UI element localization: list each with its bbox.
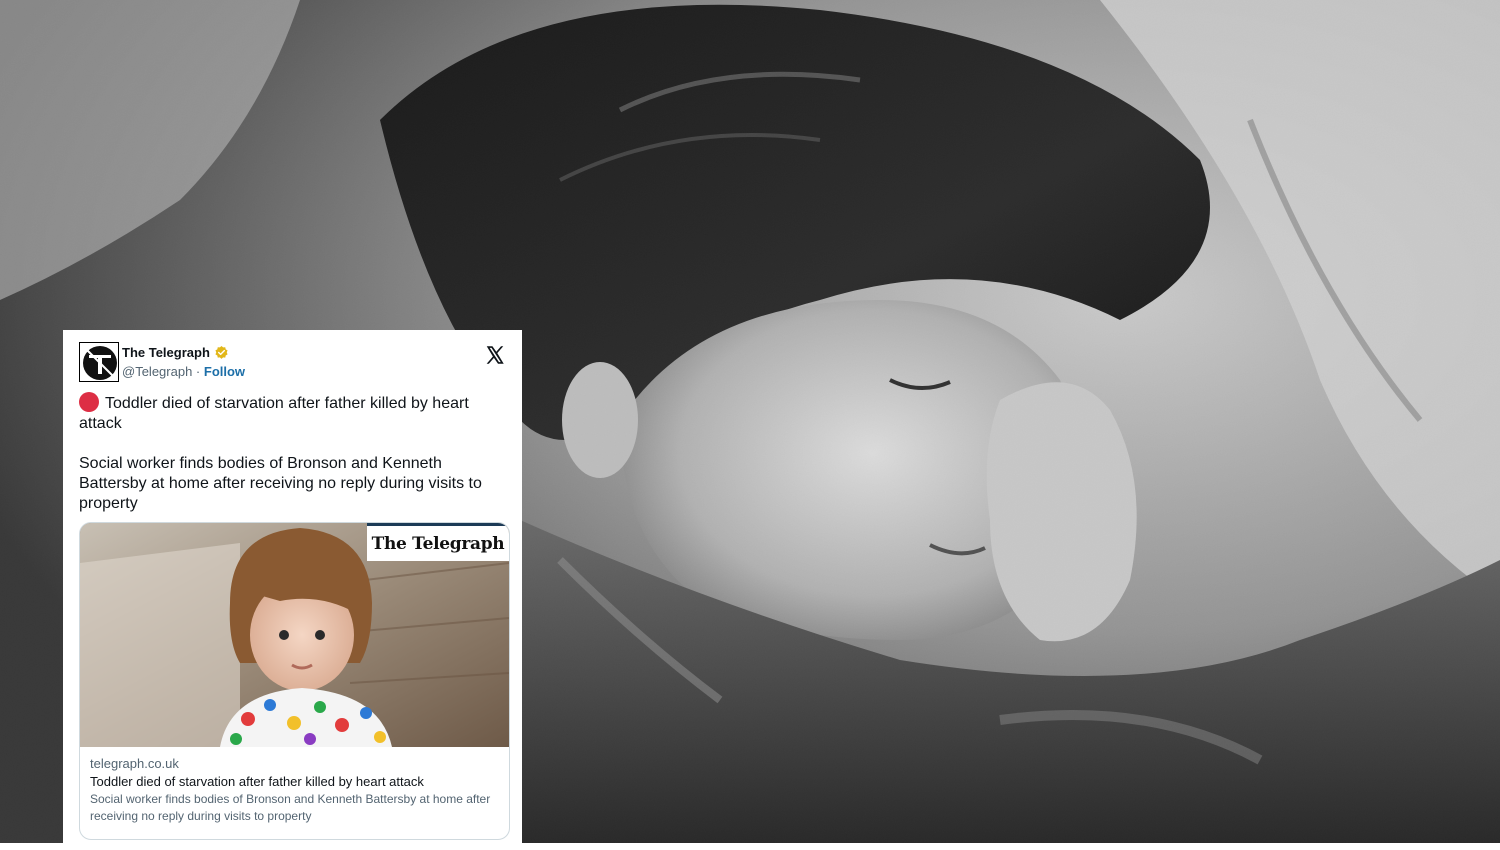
link-title: Toddler died of starvation after father …: [90, 774, 424, 789]
link-card-meta: telegraph.co.uk Toddler died of starvati…: [80, 747, 509, 825]
x-logo-icon[interactable]: [484, 344, 506, 366]
follow-link[interactable]: Follow: [204, 364, 245, 379]
link-preview-card[interactable]: The Telegraph telegraph.co.uk Toddler di…: [79, 522, 510, 840]
verified-badge-icon: [215, 345, 228, 359]
telegraph-t-logo-icon: [80, 343, 118, 381]
brand-masthead: The Telegraph: [371, 533, 505, 554]
red-circle-icon: [79, 392, 99, 412]
tweet-header: The Telegraph @Telegraph · Follow: [79, 342, 506, 386]
author-handle-line: @Telegraph · Follow: [122, 364, 245, 379]
author-handle[interactable]: @Telegraph: [122, 364, 192, 379]
tweet-headline-line: Toddler died of starvation after father …: [79, 392, 506, 434]
tweet-headline: Toddler died of starvation after father …: [79, 395, 469, 432]
tweet-card: The Telegraph @Telegraph · Follow Toddle…: [63, 330, 522, 850]
handle-separator: ·: [195, 364, 201, 379]
telegraph-brand-strip: The Telegraph: [367, 523, 509, 561]
tweet-text: Toddler died of starvation after father …: [79, 392, 506, 514]
tweet-body: Social worker finds bodies of Bronson an…: [79, 455, 482, 512]
author-name[interactable]: The Telegraph: [122, 345, 229, 360]
article-image[interactable]: The Telegraph: [80, 523, 509, 747]
author-name-text[interactable]: The Telegraph: [122, 345, 210, 360]
telegraph-logo-avatar[interactable]: [79, 342, 119, 382]
link-description: Social worker finds bodies of Bronson an…: [90, 792, 491, 823]
link-domain: telegraph.co.uk: [90, 756, 179, 771]
